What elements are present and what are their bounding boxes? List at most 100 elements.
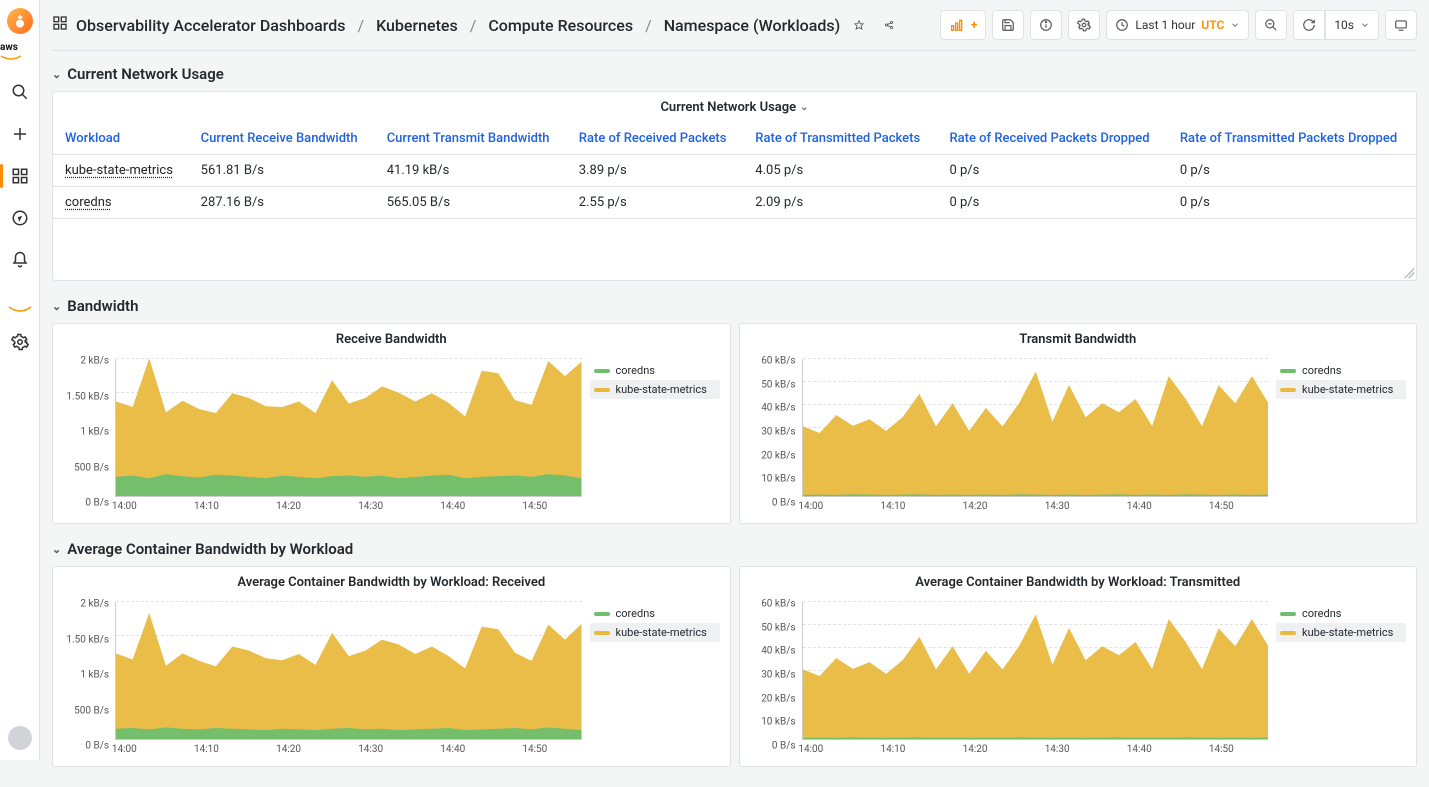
settings-button[interactable] xyxy=(1068,10,1100,40)
panel-current-network-usage: Current Network Usage ⌄ Workload Current… xyxy=(52,91,1417,281)
section-toggle-bandwidth[interactable]: ⌄ Bandwidth xyxy=(52,297,1417,315)
table-row: kube-state-metrics 561.81 B/s 41.19 kB/s… xyxy=(53,155,1416,187)
star-icon[interactable] xyxy=(848,14,870,36)
chart-title: Average Container Bandwidth by Workload:… xyxy=(915,575,1240,590)
tv-mode-button[interactable] xyxy=(1385,10,1417,40)
chevron-down-icon: ⌄ xyxy=(52,300,61,313)
dashboards-grid-icon[interactable] xyxy=(52,15,68,35)
refresh-button[interactable] xyxy=(1293,10,1325,40)
swatch-icon xyxy=(594,369,610,373)
legend-item-coredns[interactable]: coredns xyxy=(1276,604,1406,623)
search-icon[interactable] xyxy=(6,78,34,106)
zoom-out-button[interactable] xyxy=(1255,10,1287,40)
add-panel-button[interactable]: + xyxy=(940,10,987,40)
cell: 41.19 kB/s xyxy=(375,155,567,187)
settings-icon[interactable] xyxy=(6,328,34,356)
explore-icon[interactable] xyxy=(6,204,34,232)
chart-legend: coredns kube-state-metrics xyxy=(590,598,720,758)
swatch-icon xyxy=(594,388,610,392)
workload-link[interactable]: kube-state-metrics xyxy=(65,163,173,178)
breadcrumb-2[interactable]: Compute Resources xyxy=(488,16,633,35)
cell: 2.55 p/s xyxy=(567,187,744,219)
legend-item-kube-state-metrics[interactable]: kube-state-metrics xyxy=(590,380,720,399)
topbar: Observability Accelerator Dashboards / K… xyxy=(52,10,1417,40)
chart-legend: coredns kube-state-metrics xyxy=(1276,598,1406,758)
panel-title[interactable]: Current Network Usage ⌄ xyxy=(53,92,1416,123)
plus-icon[interactable] xyxy=(6,120,34,148)
swatch-icon xyxy=(1280,388,1296,392)
resize-handle[interactable] xyxy=(1404,268,1414,278)
section-title-avg: Average Container Bandwidth by Workload xyxy=(67,540,353,558)
save-button[interactable] xyxy=(992,10,1024,40)
cell: 2.09 p/s xyxy=(743,187,937,219)
chart-title: Receive Bandwidth xyxy=(336,332,447,347)
cell: 565.05 B/s xyxy=(375,187,567,219)
col-tx-drop[interactable]: Rate of Transmitted Packets Dropped xyxy=(1168,123,1416,155)
share-icon[interactable] xyxy=(878,14,900,36)
breadcrumb-root[interactable]: Observability Accelerator Dashboards xyxy=(76,16,345,35)
chart-area[interactable]: 0 B/s500 B/s1 kB/s1.50 kB/s2 kB/s 14:001… xyxy=(63,598,582,758)
chart-legend: coredns kube-state-metrics xyxy=(590,355,720,515)
section-title-network: Current Network Usage xyxy=(67,65,224,83)
panel-transmit-bandwidth: Transmit Bandwidth 0 B/s10 kB/s20 kB/s30… xyxy=(739,323,1418,524)
swatch-icon xyxy=(1280,631,1296,635)
network-usage-table: Workload Current Receive Bandwidth Curre… xyxy=(53,123,1416,219)
panel-avg-rx: Average Container Bandwidth by Workload:… xyxy=(52,566,731,767)
section-toggle-avg[interactable]: ⌄ Average Container Bandwidth by Workloa… xyxy=(52,540,1417,558)
col-rx-drop[interactable]: Rate of Received Packets Dropped xyxy=(937,123,1167,155)
swatch-icon xyxy=(1280,612,1296,616)
aws-logo: aws xyxy=(0,42,39,64)
breadcrumb-1[interactable]: Kubernetes xyxy=(376,16,458,35)
refresh-interval-label: 10s xyxy=(1334,18,1354,32)
legend-item-kube-state-metrics[interactable]: kube-state-metrics xyxy=(1276,380,1406,399)
breadcrumb-sep: / xyxy=(353,16,368,35)
legend-item-coredns[interactable]: coredns xyxy=(1276,361,1406,380)
time-range-label: Last 1 hour xyxy=(1135,18,1195,32)
info-button[interactable] xyxy=(1030,10,1062,40)
chart-area[interactable]: 0 B/s10 kB/s20 kB/s30 kB/s40 kB/s50 kB/s… xyxy=(750,355,1269,515)
cell: 0 p/s xyxy=(1168,187,1416,219)
time-range-tz: UTC xyxy=(1201,18,1224,32)
legend-item-kube-state-metrics[interactable]: kube-state-metrics xyxy=(590,623,720,642)
legend-item-coredns[interactable]: coredns xyxy=(590,361,720,380)
col-rx-pkt[interactable]: Rate of Received Packets xyxy=(567,123,744,155)
col-workload[interactable]: Workload xyxy=(53,123,189,155)
alerting-icon[interactable] xyxy=(6,246,34,274)
section-toggle-network[interactable]: ⌄ Current Network Usage xyxy=(52,65,1417,83)
chart-area[interactable]: 0 B/s500 B/s1 kB/s1.50 kB/s2 kB/s 14:001… xyxy=(63,355,582,515)
grafana-logo-icon[interactable] xyxy=(7,8,33,34)
dashboards-icon[interactable] xyxy=(6,162,34,190)
chevron-down-icon: ⌄ xyxy=(52,543,61,556)
aws-smile-icon xyxy=(8,306,32,314)
user-avatar[interactable] xyxy=(8,726,32,750)
chart-title: Transmit Bandwidth xyxy=(1019,332,1136,347)
swatch-icon xyxy=(594,631,610,635)
chart-area[interactable]: 0 B/s10 kB/s20 kB/s30 kB/s40 kB/s50 kB/s… xyxy=(750,598,1269,758)
chevron-down-icon: ⌄ xyxy=(800,102,808,113)
table-row: coredns 287.16 B/s 565.05 B/s 2.55 p/s 2… xyxy=(53,187,1416,219)
cell: 0 p/s xyxy=(937,155,1167,187)
cell: 0 p/s xyxy=(937,187,1167,219)
chevron-down-icon: ⌄ xyxy=(52,68,61,81)
section-title-bandwidth: Bandwidth xyxy=(67,297,138,315)
swatch-icon xyxy=(594,612,610,616)
panel-receive-bandwidth: Receive Bandwidth 0 B/s500 B/s1 kB/s1.50… xyxy=(52,323,731,524)
legend-item-kube-state-metrics[interactable]: kube-state-metrics xyxy=(1276,623,1406,642)
cell: 561.81 B/s xyxy=(189,155,375,187)
chevron-down-icon xyxy=(1230,20,1240,30)
legend-item-coredns[interactable]: coredns xyxy=(590,604,720,623)
sidebar: aws xyxy=(0,0,40,760)
time-range-picker[interactable]: Last 1 hour UTC xyxy=(1106,10,1249,40)
breadcrumb-3[interactable]: Namespace (Workloads) xyxy=(664,16,841,35)
cell: 0 p/s xyxy=(1168,155,1416,187)
cell: 287.16 B/s xyxy=(189,187,375,219)
workload-link[interactable]: coredns xyxy=(65,195,112,210)
chart-legend: coredns kube-state-metrics xyxy=(1276,355,1406,515)
cell: 4.05 p/s xyxy=(743,155,937,187)
chevron-down-icon xyxy=(1360,20,1370,30)
col-tx-bw[interactable]: Current Transmit Bandwidth xyxy=(375,123,567,155)
refresh-interval-picker[interactable]: 10s xyxy=(1325,10,1379,40)
col-tx-pkt[interactable]: Rate of Transmitted Packets xyxy=(743,123,937,155)
panel-avg-tx: Average Container Bandwidth by Workload:… xyxy=(739,566,1418,767)
col-recv-bw[interactable]: Current Receive Bandwidth xyxy=(189,123,375,155)
